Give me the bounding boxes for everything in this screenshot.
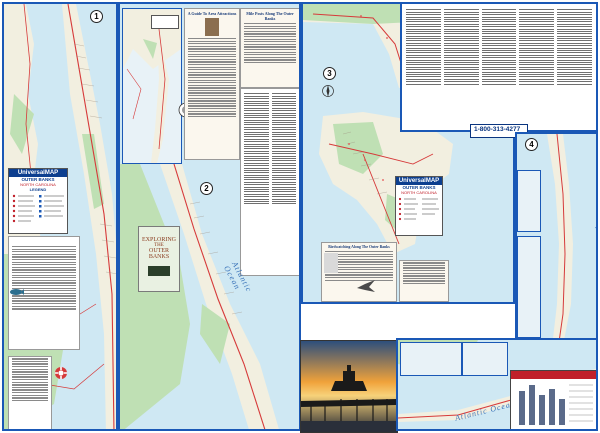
mileage-chart: [510, 370, 596, 429]
street-index-block: [240, 88, 299, 276]
inset-map: [122, 8, 182, 164]
map-sheet: 1 UniversalMAP OUTER BANKS NORTH CAROLIN…: [0, 0, 600, 433]
map-panel-2: A Guide To Area Attractions Mile Posts A…: [118, 2, 301, 431]
legend-box-3: UniversalMAP OUTER BANKS NORTH CAROLINA: [395, 176, 443, 236]
life-ring-icon: [55, 367, 67, 379]
safety-info-block: [8, 356, 52, 429]
street-index-panel: [400, 2, 598, 132]
inset-map-shapes: [123, 9, 181, 163]
lighthouse-sunset-photo: [300, 340, 398, 433]
inset-map-strip-b: [517, 236, 541, 338]
attractions-guide-text: [185, 38, 239, 118]
osprey-illustration: [357, 280, 375, 292]
panel-number-2: 2: [200, 182, 213, 195]
legend-symbols-3: [398, 197, 439, 221]
brand-label: UniversalMAP: [9, 169, 67, 177]
bird-walks-text: [400, 262, 448, 285]
attractions-guide-block: A Guide To Area Attractions: [184, 8, 240, 160]
map-panel-1: 1 UniversalMAP OUTER BANKS NORTH CAROLIN…: [2, 2, 118, 431]
heron-illustration: [324, 253, 338, 273]
legend-symbols: [12, 194, 64, 223]
panel-number-4: 4: [525, 138, 538, 151]
lighthouse-photo: [205, 18, 219, 36]
mile-posts-title: Mile Posts Along The Outer Banks: [246, 11, 294, 21]
fish-illustration-icon: [10, 289, 24, 295]
panel-number-1: 1: [90, 10, 103, 23]
cover-title-line-4: BANKS: [148, 254, 170, 260]
south-inset-a: [400, 342, 462, 376]
map-panel-south: Atlantic Ocean: [396, 338, 598, 431]
bird-walks-block: [399, 260, 449, 302]
mileage-chart-graphic: [511, 371, 596, 425]
safety-info-text: [9, 358, 51, 402]
inset-map-strip-a: [517, 170, 541, 232]
photo-scene: [301, 341, 397, 432]
panel-number-3: 3: [323, 67, 336, 80]
legend-box: UniversalMAP OUTER BANKS NORTH CAROLINA …: [8, 168, 68, 234]
street-index-columns: [244, 92, 296, 272]
mile-posts-text: [241, 23, 299, 64]
map-subtitle-3: NORTH CAROLINA: [401, 190, 437, 195]
brand-label-3: UniversalMAP: [396, 177, 442, 185]
birdwatching-title: Birdwatching Along The Outer Banks: [328, 245, 390, 249]
cover-panel: EXPLORING THE OUTER BANKS: [138, 226, 180, 292]
south-inset-b: [462, 342, 508, 376]
attractions-guide-title: A Guide To Area Attractions: [187, 11, 237, 16]
phone-number: 1-800-313-4277: [474, 126, 521, 133]
cover-badge: [148, 266, 170, 276]
compass-rose-icon: [322, 85, 334, 97]
inset-label-box: [151, 15, 179, 29]
index-columns: [406, 8, 592, 126]
fishing-info-heading: ​: [9, 239, 79, 244]
fishing-info-text: [9, 246, 79, 310]
mile-posts-block: Mile Posts Along The Outer Banks: [240, 8, 299, 88]
